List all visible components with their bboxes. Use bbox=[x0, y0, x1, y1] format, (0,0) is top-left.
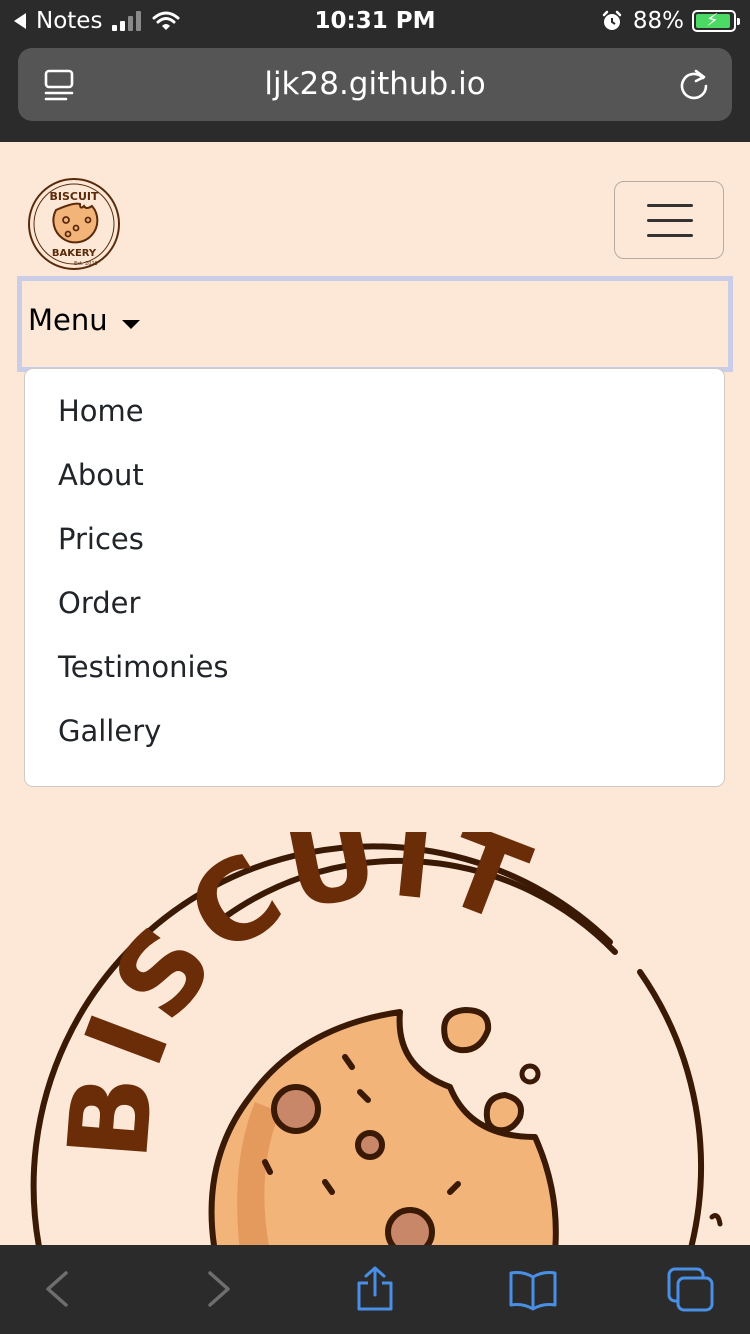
menu-label: Menu bbox=[28, 303, 108, 337]
tabs-icon[interactable] bbox=[666, 1265, 716, 1313]
logo-small-est-text: Est. 2019 bbox=[74, 261, 98, 267]
dropdown-item-testimonies[interactable]: Testimonies bbox=[58, 647, 229, 687]
menu-dropdown: Home About Prices Order Testimonies Gall… bbox=[24, 368, 725, 787]
hamburger-icon-line bbox=[647, 204, 693, 207]
hamburger-icon-line bbox=[647, 234, 693, 237]
dropdown-item-home[interactable]: Home bbox=[58, 391, 144, 431]
battery-percent: 88% bbox=[632, 8, 684, 34]
status-right: 88% ⚡ bbox=[601, 6, 740, 36]
share-icon[interactable] bbox=[353, 1265, 397, 1313]
logo-small-bottom-text: BAKERY bbox=[52, 248, 97, 259]
reload-icon[interactable] bbox=[676, 66, 712, 102]
status-bar: Notes 10:31 PM 88% ⚡ bbox=[0, 0, 750, 42]
caret-down-icon bbox=[122, 320, 140, 329]
address-bar[interactable]: ljk28.github.io bbox=[18, 48, 732, 121]
url-text[interactable]: ljk28.github.io bbox=[18, 48, 732, 121]
biscuit-bakery-logo[interactable]: BISCUIT BAKERY Est. 2019 bbox=[26, 176, 122, 272]
forward-chevron-icon[interactable] bbox=[196, 1265, 240, 1313]
bookmarks-icon[interactable] bbox=[508, 1265, 558, 1313]
battery-charging-icon: ⚡ bbox=[692, 10, 740, 32]
navbar-toggler-button[interactable] bbox=[614, 181, 724, 259]
dropdown-item-gallery[interactable]: Gallery bbox=[58, 711, 161, 751]
safari-bottom-toolbar bbox=[0, 1245, 750, 1334]
dropdown-item-order[interactable]: Order bbox=[58, 583, 140, 623]
back-chevron-icon[interactable] bbox=[36, 1265, 80, 1313]
logo-small-top-text: BISCUIT bbox=[49, 190, 98, 203]
menu-dropdown-toggle[interactable]: Menu bbox=[17, 276, 733, 372]
dropdown-item-prices[interactable]: Prices bbox=[58, 519, 144, 559]
hamburger-icon-line bbox=[647, 219, 693, 222]
safari-top-chrome: Notes 10:31 PM 88% ⚡ ljk28.github.io bbox=[0, 0, 750, 142]
alarm-icon bbox=[602, 10, 622, 30]
web-page: BISCUIT BAKERY Est. 2019 Menu Home About… bbox=[0, 142, 750, 1245]
biscuit-hero-logo: BISCUIT bbox=[30, 832, 723, 1245]
dropdown-item-about[interactable]: About bbox=[58, 455, 144, 495]
